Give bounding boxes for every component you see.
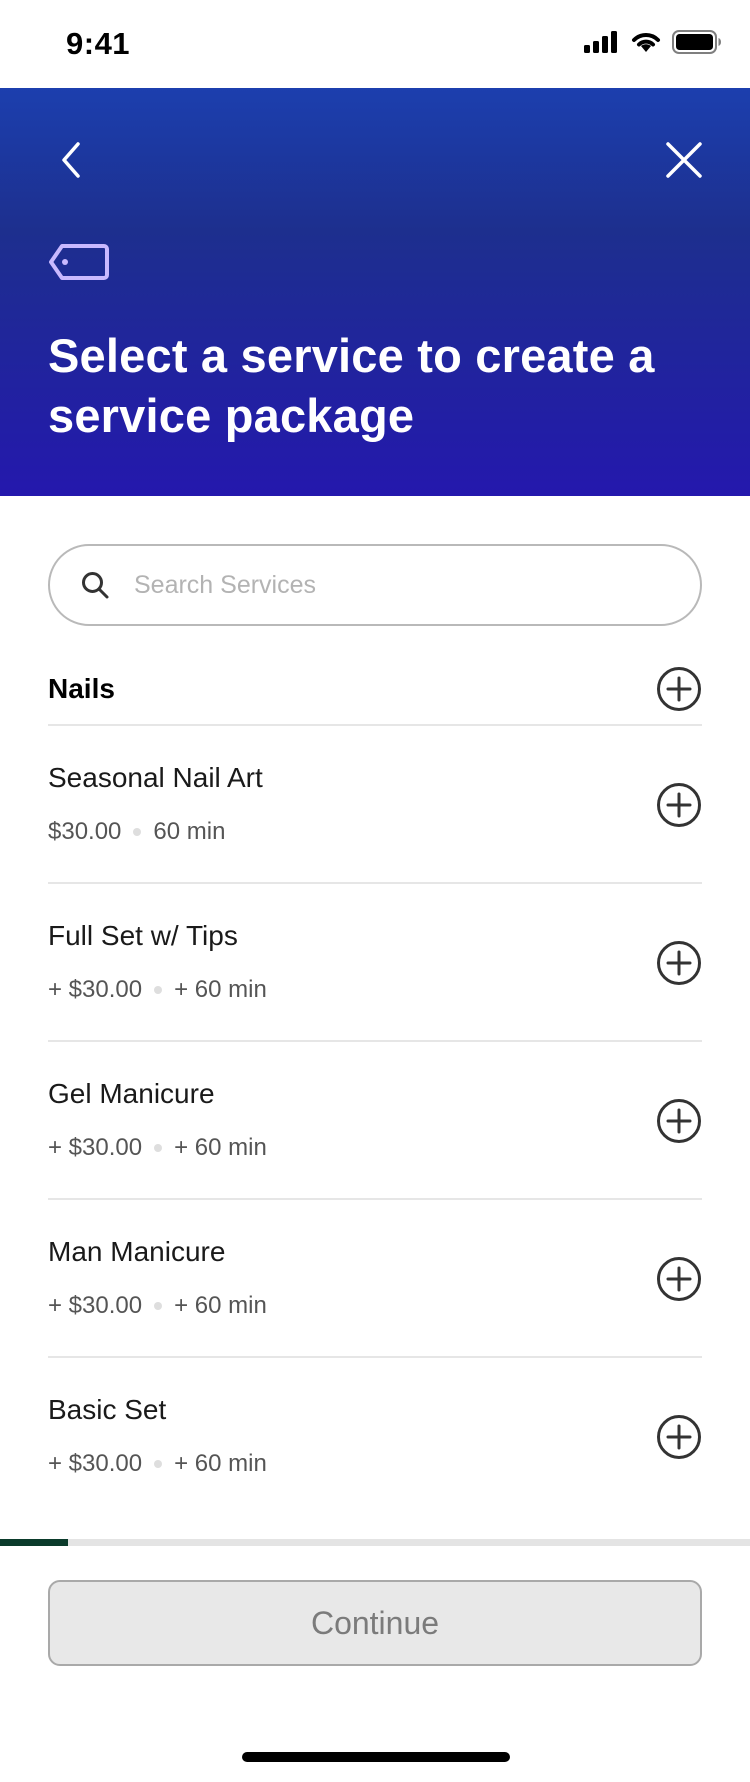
service-name: Man Manicure	[48, 1236, 226, 1267]
service-meta: + $30.00 + 60 min	[48, 1450, 267, 1478]
separator-dot	[154, 1460, 163, 1468]
add-category-button[interactable]	[656, 666, 702, 712]
service-name: Gel Manicure	[48, 1078, 215, 1109]
service-duration: 60 min	[153, 818, 226, 845]
service-row[interactable]: Man Manicure + $30.00 + 60 min	[48, 1200, 702, 1358]
service-name: Seasonal Nail Art	[48, 762, 263, 793]
home-indicator	[242, 1752, 510, 1762]
service-price: + $30.00	[48, 976, 143, 1003]
add-service-button[interactable]	[656, 782, 702, 828]
service-row[interactable]: Basic Set + $30.00 + 60 min	[48, 1358, 702, 1516]
separator-dot	[154, 1144, 163, 1152]
service-duration: + 60 min	[174, 1134, 267, 1161]
service-price: + $30.00	[48, 1134, 143, 1161]
service-meta: + $30.00 + 60 min	[48, 976, 267, 1004]
add-service-button[interactable]	[656, 1256, 702, 1302]
progress-fill	[0, 1539, 68, 1546]
tag-icon	[49, 244, 109, 280]
add-service-button[interactable]	[656, 1098, 702, 1144]
close-icon	[666, 142, 702, 178]
service-meta: $30.00 60 min	[48, 818, 225, 846]
service-name: Full Set w/ Tips	[48, 920, 238, 951]
battery-icon	[672, 30, 721, 54]
chevron-left-icon	[62, 142, 80, 178]
separator-dot	[133, 828, 142, 836]
service-duration: + 60 min	[174, 1450, 267, 1477]
header-banner: Select a service to create a service pac…	[0, 88, 750, 496]
category-header: Nails	[48, 654, 702, 726]
search-bar[interactable]	[48, 544, 702, 626]
back-button[interactable]	[36, 124, 108, 196]
status-bar: 9:41	[0, 0, 750, 88]
service-meta: + $30.00 + 60 min	[48, 1292, 267, 1320]
status-time: 9:41	[66, 26, 131, 61]
service-row[interactable]: Gel Manicure + $30.00 + 60 min	[48, 1042, 702, 1200]
service-duration: + 60 min	[174, 976, 267, 1003]
status-icons	[584, 30, 722, 54]
separator-dot	[154, 986, 163, 994]
page-title: Select a service to create a service pac…	[48, 329, 655, 442]
wifi-icon	[632, 33, 660, 52]
continue-button[interactable]: Continue	[48, 1580, 702, 1666]
service-price: + $30.00	[48, 1292, 143, 1319]
search-icon	[82, 572, 109, 599]
close-button[interactable]	[648, 124, 720, 196]
service-price: $30.00	[48, 818, 122, 845]
signal-icon	[584, 31, 617, 53]
add-service-button[interactable]	[656, 940, 702, 986]
service-row[interactable]: Seasonal Nail Art $30.00 60 min	[48, 726, 702, 884]
service-row[interactable]: Full Set w/ Tips + $30.00 + 60 min	[48, 884, 702, 1042]
progress-bar	[0, 1539, 750, 1546]
separator-dot	[154, 1302, 163, 1310]
search-input[interactable]	[134, 570, 654, 600]
service-meta: + $30.00 + 60 min	[48, 1134, 267, 1162]
service-list: Seasonal Nail Art $30.00 60 min Full Set…	[48, 726, 702, 1516]
category-title: Nails	[48, 673, 115, 704]
service-price: + $30.00	[48, 1450, 143, 1477]
service-name: Basic Set	[48, 1394, 167, 1425]
add-service-button[interactable]	[656, 1414, 702, 1460]
service-duration: + 60 min	[174, 1292, 267, 1319]
